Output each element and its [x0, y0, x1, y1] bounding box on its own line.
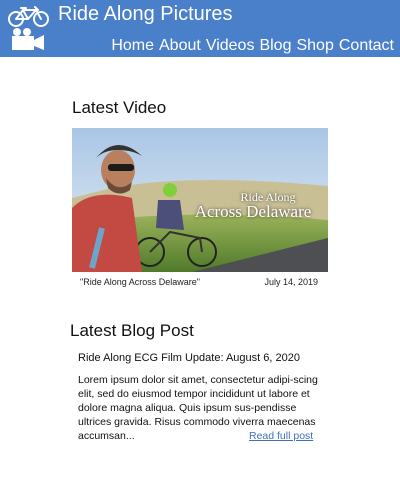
blog-post-title[interactable]: Ride Along ECG Film Update: August 6, 20…	[78, 352, 300, 364]
nav-contact[interactable]: Contact	[339, 35, 394, 57]
site-title[interactable]: Ride Along Pictures	[58, 1, 233, 27]
main-nav: Home About Videos Blog Shop Contact	[111, 35, 394, 57]
video-thumbnail[interactable]: Ride Along Across Delaware	[72, 128, 328, 272]
video-date: July 14, 2019	[264, 277, 318, 287]
read-full-post-link[interactable]: Read full post	[247, 429, 314, 443]
latest-blog-post-heading: Latest Blog Post	[70, 321, 194, 340]
site-header: Ride Along Pictures Home About Videos Bl…	[0, 0, 400, 57]
nav-shop[interactable]: Shop	[296, 35, 333, 57]
nav-blog[interactable]: Blog	[259, 35, 291, 57]
video-caption: "Ride Along Across Delaware"	[80, 277, 200, 287]
thumbnail-title-line2: Across Delaware	[194, 202, 312, 221]
nav-videos[interactable]: Videos	[206, 35, 255, 57]
bicycle-movie-camera-icon[interactable]	[6, 6, 54, 52]
nav-home[interactable]: Home	[111, 35, 154, 57]
nav-about[interactable]: About	[159, 35, 201, 57]
latest-video-heading: Latest Video	[72, 98, 167, 117]
